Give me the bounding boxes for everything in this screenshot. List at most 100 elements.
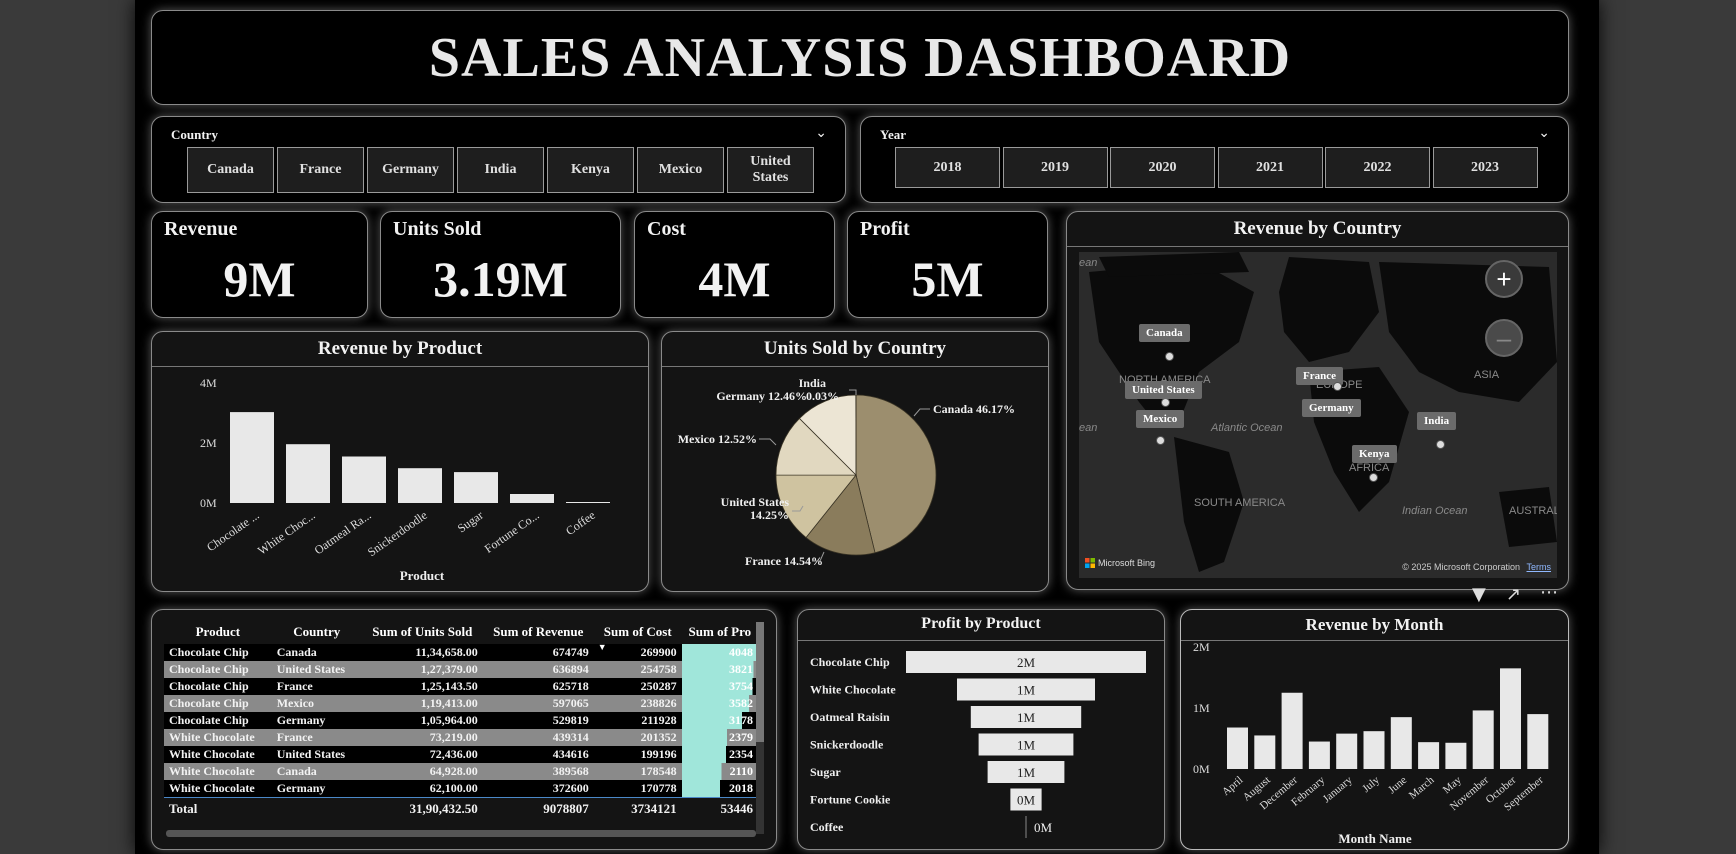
- year-option-2021[interactable]: 2021: [1217, 147, 1323, 188]
- zoom-in-button[interactable]: +: [1485, 260, 1523, 298]
- x-axis-title: Month Name: [1338, 831, 1412, 846]
- country-option-canada[interactable]: Canada: [187, 147, 274, 193]
- table-cell: 1,27,379.00: [420, 662, 478, 676]
- filter-icon[interactable]: ▼: [1472, 584, 1486, 605]
- bar[interactable]: [1281, 692, 1303, 769]
- table-cell: Chocolate Chip: [169, 696, 249, 710]
- bar[interactable]: [342, 456, 386, 504]
- table-row[interactable]: Chocolate Chip Canada 11,34,658.00 674749 26…: [164, 644, 758, 661]
- kpi-value: 3.19M: [433, 251, 568, 307]
- table-row[interactable]: White Chocolate United States 72,436.00 434…: [164, 746, 758, 763]
- more-options-icon[interactable]: ⋯: [1540, 582, 1558, 603]
- bar[interactable]: [454, 472, 498, 503]
- map-point[interactable]: [1161, 398, 1170, 407]
- year-option-2019[interactable]: 2019: [1002, 147, 1108, 188]
- year-option-2023[interactable]: 2023: [1432, 147, 1538, 188]
- column-header[interactable]: Sum of Pro: [682, 620, 758, 644]
- bar[interactable]: [1472, 710, 1494, 769]
- map-point[interactable]: [1333, 382, 1342, 391]
- table-row[interactable]: White Chocolate Canada 64,928.00 389568 1785…: [164, 763, 758, 780]
- table-row[interactable]: Chocolate Chip France 1,25,143.50 625718 250…: [164, 678, 758, 695]
- column-header[interactable]: Sum of Units Sold: [362, 620, 483, 644]
- focus-mode-icon[interactable]: ↗: [1506, 584, 1521, 605]
- bar[interactable]: [1390, 717, 1412, 769]
- map-point[interactable]: [1156, 436, 1165, 445]
- country-option-kenya[interactable]: Kenya: [547, 147, 634, 193]
- table-row[interactable]: Chocolate Chip United States 1,27,379.00 63…: [164, 661, 758, 678]
- revenue-by-month-card[interactable]: Revenue by Month 2M 1M 0M April August Decemb…: [1180, 609, 1569, 850]
- region-label: AFRICA: [1349, 462, 1390, 474]
- region-label: ASIA: [1474, 369, 1500, 381]
- table-cell: 389568: [552, 764, 589, 778]
- map-point[interactable]: [1165, 352, 1174, 361]
- units-sold-by-country-card[interactable]: Units Sold by Country Canada 46.17% Franc…: [661, 331, 1049, 592]
- year-option-2020[interactable]: 2020: [1110, 147, 1215, 188]
- profit-by-product-card[interactable]: Profit by Product Chocolate Chip 2M White …: [797, 609, 1165, 850]
- kpi-cost: Cost 4M: [634, 211, 835, 318]
- data-label: 2M: [1017, 655, 1036, 670]
- column-header[interactable]: Product: [164, 620, 272, 644]
- map-point[interactable]: [1369, 473, 1378, 482]
- table-cell: United States: [276, 747, 346, 761]
- table-viewport[interactable]: Product Country Sum of Units Sold Sum of Re…: [164, 620, 758, 840]
- bar[interactable]: [566, 502, 610, 503]
- zoom-out-button[interactable]: –: [1485, 319, 1523, 357]
- country-option-mexico[interactable]: Mexico: [637, 147, 724, 193]
- chevron-down-icon[interactable]: ⌄: [815, 125, 827, 142]
- revenue-by-product-chart: 4M 2M 0MChocolate ...White Choc...Oatmeal …: [200, 376, 610, 583]
- chart-title: Revenue by Month: [1305, 615, 1444, 634]
- map-point[interactable]: [1436, 440, 1445, 449]
- year-option-2018[interactable]: 2018: [895, 147, 1000, 188]
- x-tick-label: Chocolate ...: [204, 508, 262, 554]
- bar[interactable]: [1336, 733, 1358, 769]
- table-row[interactable]: Chocolate Chip Germany 1,05,964.00 529819 21…: [164, 712, 758, 729]
- country-slicer[interactable]: Country ⌄ Canada France Germany India Kenya M…: [151, 116, 846, 203]
- vertical-scrollbar[interactable]: [756, 622, 764, 834]
- data-label: 1M: [1017, 683, 1036, 698]
- bar[interactable]: [398, 468, 442, 503]
- table-row[interactable]: White Chocolate Germany 62,100.00 372600 170…: [164, 780, 758, 798]
- x-tick-label: White Choc...: [255, 508, 318, 558]
- bar[interactable]: [1418, 742, 1440, 769]
- revenue-by-country-map[interactable]: Revenue by Country NORTH AMERICA EUROPE …: [1066, 211, 1569, 590]
- table-cell: Germany: [276, 713, 326, 727]
- column-header[interactable]: Sum of Cost ▼: [594, 620, 682, 652]
- bar[interactable]: [510, 494, 554, 503]
- bar[interactable]: [1445, 742, 1467, 769]
- bar[interactable]: [1254, 735, 1276, 769]
- map-area[interactable]: NORTH AMERICA EUROPE ASIA AFRICA SOUTH A…: [1079, 252, 1557, 578]
- table-cell: 1,19,413.00: [420, 696, 478, 710]
- bar[interactable]: [230, 412, 274, 503]
- table-cell: 636894: [552, 662, 589, 676]
- country-option-france[interactable]: France: [277, 147, 364, 193]
- country-option-india[interactable]: India: [457, 147, 544, 193]
- table-cell: 529819: [552, 713, 589, 727]
- column-header[interactable]: Country: [272, 620, 362, 644]
- sort-desc-icon[interactable]: ▼: [598, 642, 607, 652]
- year-option-2022[interactable]: 2022: [1325, 147, 1430, 188]
- table-cell: 170778: [640, 781, 677, 795]
- kpi-label: Units Sold: [393, 218, 482, 240]
- kpi-value: 9M: [223, 251, 296, 307]
- pie-label: 0.03%: [806, 389, 839, 403]
- bar[interactable]: [1363, 731, 1385, 769]
- x-tick-label: January: [1321, 774, 1355, 806]
- year-slicer[interactable]: Year ⌄ 2018 2019 2020 2021 2022 2023: [860, 116, 1569, 203]
- bar[interactable]: [1227, 727, 1248, 769]
- table-cell: Germany: [276, 781, 326, 795]
- column-header[interactable]: Sum of Revenue: [483, 620, 594, 644]
- table-row[interactable]: Chocolate Chip Mexico 1,19,413.00 597065 238…: [164, 695, 758, 712]
- chevron-down-icon[interactable]: ⌄: [1538, 125, 1550, 142]
- bar[interactable]: [1500, 668, 1521, 769]
- horizontal-scrollbar[interactable]: [166, 830, 756, 837]
- x-tick-label: July: [1360, 774, 1382, 795]
- bar[interactable]: [286, 444, 330, 503]
- bar[interactable]: [1308, 741, 1330, 769]
- terms-link[interactable]: Terms: [1527, 562, 1552, 572]
- bar[interactable]: [1527, 714, 1549, 769]
- table-row[interactable]: White Chocolate France 73,219.00 439314 2013…: [164, 729, 758, 746]
- details-table-card[interactable]: Product Country Sum of Units Sold Sum of Re…: [151, 609, 777, 850]
- country-option-germany[interactable]: Germany: [367, 147, 454, 193]
- revenue-by-product-card[interactable]: Revenue by Product 4M 2M 0M Chocolate ... Wh…: [151, 331, 649, 592]
- country-option-united-states[interactable]: United States: [727, 147, 814, 193]
